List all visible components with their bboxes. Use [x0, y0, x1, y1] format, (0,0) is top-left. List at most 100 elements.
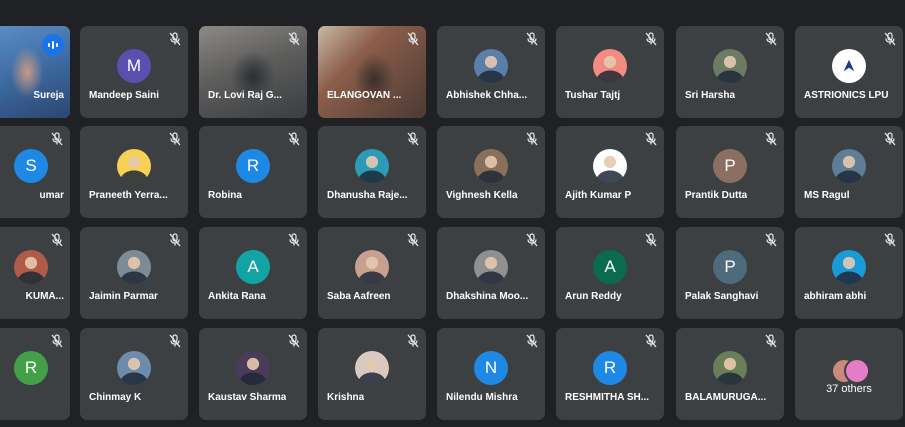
avatar — [474, 48, 508, 83]
participant-name: Chinmay K — [89, 392, 142, 403]
mic-off-icon — [526, 233, 538, 247]
avatar: R — [236, 148, 270, 183]
participant-tile[interactable]: BALAMURUGA... — [676, 328, 784, 420]
participant-tile[interactable]: Praneeth Yerra... — [80, 126, 188, 218]
others-avatar-stack — [831, 358, 870, 384]
avatar — [593, 48, 627, 83]
participant-tile[interactable]: Abhishek Chha... — [437, 26, 545, 118]
participant-tile[interactable]: Sumar — [0, 126, 70, 218]
participant-name: Ankita Rana — [208, 291, 266, 302]
participant-name: Mandeep Saini — [89, 90, 160, 101]
mic-off-icon — [645, 233, 657, 247]
participant-tile[interactable]: Krishna — [318, 328, 426, 420]
mic-off-icon — [884, 32, 896, 46]
mic-off-icon — [288, 334, 300, 348]
participant-tile[interactable]: Dhakshina Moo... — [437, 227, 545, 319]
participant-name: Prantik Dutta — [685, 190, 748, 201]
participant-name: Praneeth Yerra... — [89, 190, 168, 201]
avatar — [14, 249, 48, 284]
mic-off-icon — [51, 233, 63, 247]
avatar — [355, 249, 389, 284]
mic-off-icon — [645, 132, 657, 146]
participant-tile[interactable]: A Arun Reddy — [556, 227, 664, 319]
participant-name: MS Ragul — [804, 190, 850, 201]
participant-tile[interactable]: Saba Aafreen — [318, 227, 426, 319]
mic-off-icon — [526, 32, 538, 46]
mic-off-icon — [51, 132, 63, 146]
participant-name: Dr. Lovi Raj G... — [208, 90, 282, 101]
speaking-indicator-icon — [42, 34, 64, 56]
participant-tile[interactable]: Dhanusha Raje... — [318, 126, 426, 218]
avatar — [355, 350, 389, 385]
avatar — [844, 358, 870, 384]
avatar: A — [236, 249, 270, 284]
participant-name: abhiram abhi — [804, 291, 867, 302]
participant-name: RESHMITHA SH... — [565, 392, 650, 403]
participant-name: Vighnesh Kella — [446, 190, 518, 201]
avatar — [117, 249, 151, 284]
mic-off-icon — [288, 32, 300, 46]
mic-off-icon — [407, 132, 419, 146]
participant-name: ASTRIONICS LPU — [804, 90, 889, 101]
participant-name: Dhanusha Raje... — [327, 190, 408, 201]
avatar: S — [14, 148, 48, 183]
mic-off-icon — [645, 32, 657, 46]
participant-tile[interactable]: Dr. Lovi Raj G... — [199, 26, 307, 118]
participant-tile[interactable]: ELANGOVAN ... — [318, 26, 426, 118]
participant-name: Sri Harsha — [685, 90, 736, 101]
participant-tile[interactable]: P Palak Sanghavi — [676, 227, 784, 319]
mic-off-icon — [407, 233, 419, 247]
mic-off-icon — [169, 132, 181, 146]
avatar — [713, 48, 747, 83]
participant-name: Kaustav Sharma — [208, 392, 287, 403]
logo-avatar — [832, 48, 866, 83]
participant-tile[interactable]: Tushar Tajtj — [556, 26, 664, 118]
participant-tile[interactable]: P Prantik Dutta — [676, 126, 784, 218]
avatar — [832, 148, 866, 183]
participant-tile[interactable]: Chinmay K — [80, 328, 188, 420]
participant-tile[interactable]: KUMA... — [0, 227, 70, 319]
participant-tile[interactable]: R — [0, 328, 70, 420]
avatar — [117, 148, 151, 183]
mic-off-icon — [645, 334, 657, 348]
participant-tile[interactable]: abhiram abhi — [795, 227, 903, 319]
avatar — [832, 249, 866, 284]
participant-tile[interactable]: R Robina — [199, 126, 307, 218]
participant-tile[interactable]: Sri Harsha — [676, 26, 784, 118]
avatar — [117, 350, 151, 385]
mic-off-icon — [765, 132, 777, 146]
mic-off-icon — [765, 233, 777, 247]
participant-name: Sureja — [33, 90, 64, 101]
participant-tile[interactable]: Vighnesh Kella — [437, 126, 545, 218]
mic-off-icon — [884, 132, 896, 146]
participant-name: umar — [39, 190, 64, 201]
mic-off-icon — [407, 334, 419, 348]
others-tile[interactable]: 37 others — [795, 328, 903, 420]
avatar: N — [474, 350, 508, 385]
others-count: 37 others — [826, 383, 872, 395]
participant-tile[interactable]: Sureja — [0, 26, 70, 118]
participant-tile[interactable]: MS Ragul — [795, 126, 903, 218]
participant-tile[interactable]: Kaustav Sharma — [199, 328, 307, 420]
participant-tile[interactable]: R RESHMITHA SH... — [556, 328, 664, 420]
mic-off-icon — [169, 233, 181, 247]
avatar: P — [713, 148, 747, 183]
participant-name: Nilendu Mishra — [446, 392, 518, 403]
avatar — [474, 249, 508, 284]
participant-name: Dhakshina Moo... — [446, 291, 529, 302]
participant-name: Ajith Kumar P — [565, 190, 632, 201]
participant-name: Robina — [208, 190, 242, 201]
participant-tile[interactable]: N Nilendu Mishra — [437, 328, 545, 420]
mic-off-icon — [169, 32, 181, 46]
participant-tile[interactable]: M Mandeep Saini — [80, 26, 188, 118]
participant-tile[interactable]: A Ankita Rana — [199, 227, 307, 319]
participant-name: Palak Sanghavi — [685, 291, 759, 302]
avatar: A — [593, 249, 627, 284]
participant-tile[interactable]: Ajith Kumar P — [556, 126, 664, 218]
logo-icon — [843, 59, 855, 71]
participant-tile[interactable]: ASTRIONICS LPU — [795, 26, 903, 118]
participant-name: Jaimin Parmar — [89, 291, 158, 302]
participant-tile[interactable]: Jaimin Parmar — [80, 227, 188, 319]
participant-name: KUMA... — [25, 291, 64, 302]
participant-name: Arun Reddy — [565, 291, 622, 302]
